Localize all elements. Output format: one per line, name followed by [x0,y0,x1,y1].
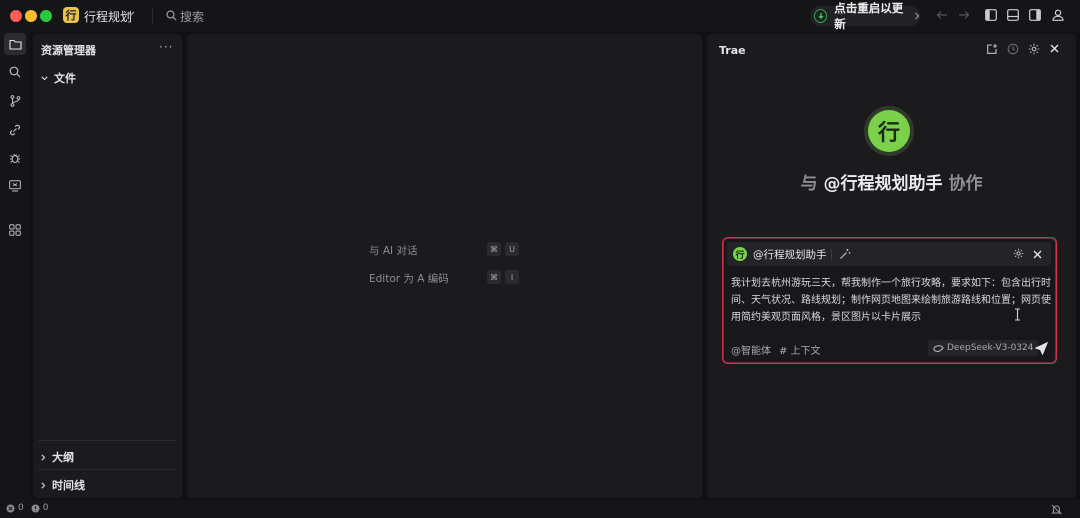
minimize-window-button[interactable] [25,10,37,22]
debug-bug-icon[interactable] [4,147,26,169]
chevron-right-icon [41,481,46,489]
search-icon[interactable] [4,61,26,83]
ai-panel-title: Trae [719,44,746,57]
model-selector[interactable]: DeepSeek-V3-0324 [928,340,1039,356]
project-name[interactable]: 行程规划 [84,8,132,25]
editor-area: 与 AI 对话 ⌘ U Editor 为 A 编码 ⌘ I [187,34,702,498]
chevron-down-icon [41,75,48,80]
collab-prefix: 与 [800,174,818,194]
collab-suffix: 协作 [948,174,983,194]
shortcut-key-command: ⌘ [487,242,501,256]
toggle-left-sidebar-icon[interactable] [985,9,997,21]
shortcut-key-i: I [505,270,519,284]
divider [38,440,176,441]
extensions-icon[interactable] [4,219,26,241]
files-section-header[interactable]: 文件 [41,70,76,86]
agent-mention: @行程规划助手 [823,174,943,194]
agent-selector-bar: 行 @行程规划助手 [727,242,1051,266]
timeline-label: 时间线 [52,479,85,492]
agent-avatar: 行 [864,106,914,156]
chevron-right-icon [914,12,920,20]
download-icon [814,9,828,23]
title-bar: 行 行程规划 搜索 点击重启以更新 [0,0,1080,32]
agent-settings-icon[interactable] [1013,248,1024,259]
chevron-down-icon[interactable] [127,11,135,17]
restart-label: 点击重启以更新 [834,1,904,31]
settings-gear-icon[interactable] [1028,43,1040,55]
notifications-muted-icon[interactable] [1051,504,1062,515]
model-name: DeepSeek-V3-0324 [947,343,1034,353]
agent-button[interactable]: @智能体 [731,342,771,357]
error-icon [6,504,15,512]
deepseek-whale-icon [933,344,944,352]
chat-with-ai-hint: 与 AI 对话 [369,245,418,257]
restart-to-update-button[interactable]: 点击重启以更新 [810,1,920,31]
search-icon[interactable] [166,10,177,21]
forward-arrow-icon[interactable] [958,10,970,20]
search-input[interactable]: 搜索 [180,8,204,25]
divider [152,9,153,23]
status-bar: 0 0 [0,500,1080,518]
activity-bar [0,32,30,500]
warning-icon [31,504,40,512]
shortcut-key-command: ⌘ [487,270,501,284]
account-icon[interactable] [1052,9,1064,21]
magic-wand-icon[interactable] [839,248,851,260]
toggle-right-sidebar-icon[interactable] [1029,9,1041,21]
outline-section-header[interactable]: 大纲 [41,449,74,465]
close-window-button[interactable] [10,10,22,22]
timeline-section-header[interactable]: 时间线 [41,477,85,493]
agent-avatar-small: 行 [733,247,747,261]
explorer-icon[interactable] [4,33,26,55]
back-arrow-icon[interactable] [936,10,948,20]
toggle-bottom-panel-icon[interactable] [1007,9,1019,21]
files-label: 文件 [54,72,76,85]
chat-input-box[interactable]: 行 @行程规划助手 我计划去杭州游玩三天，帮我制作一个旅行攻略，要求如下：包含出… [722,237,1057,364]
explorer-title: 资源管理器 [41,44,96,57]
new-chat-icon[interactable] [986,43,998,55]
remove-agent-close-icon[interactable] [1033,247,1042,259]
chat-message-text[interactable]: 我计划去杭州游玩三天，帮我制作一个旅行攻略，要求如下：包含出行时间、天气状况、路… [731,275,1051,326]
chevron-right-icon [41,453,46,461]
project-icon[interactable]: 行 [63,7,79,23]
context-button[interactable]: # 上下文 [779,342,821,357]
problems-indicator[interactable]: 0 0 [6,503,48,513]
divider [831,249,832,260]
error-count: 0 [18,503,24,513]
outline-label: 大纲 [52,451,74,464]
source-control-icon[interactable] [4,90,26,112]
warning-count: 0 [42,503,49,513]
remote-explorer-icon[interactable] [4,175,26,197]
close-icon[interactable] [1050,44,1059,53]
agent-avatar-initial: 行 [868,110,910,152]
ai-chat-panel: Trae 行 与 @行程规划助手 协作 行 @行程规划助手 我计划去杭州游玩三天… [707,34,1076,498]
maximize-window-button[interactable] [40,10,52,22]
chat-toolbar: @智能体 # 上下文 [731,342,821,357]
send-icon[interactable] [1035,342,1048,355]
editor-ai-hint: Editor 为 A 编码 [369,273,449,285]
explorer-panel: 资源管理器 ··· 文件 大纲 时间线 [33,34,182,498]
history-icon[interactable] [1007,43,1019,55]
collaborate-heading: 与 @行程规划助手 协作 [707,169,1076,194]
divider [38,469,176,470]
shortcut-key-u: U [505,242,519,256]
selected-agent-name[interactable]: @行程规划助手 [753,247,827,262]
more-options-icon[interactable]: ··· [159,40,173,54]
remote-link-icon[interactable] [4,119,26,141]
text-cursor-icon [1014,308,1021,321]
